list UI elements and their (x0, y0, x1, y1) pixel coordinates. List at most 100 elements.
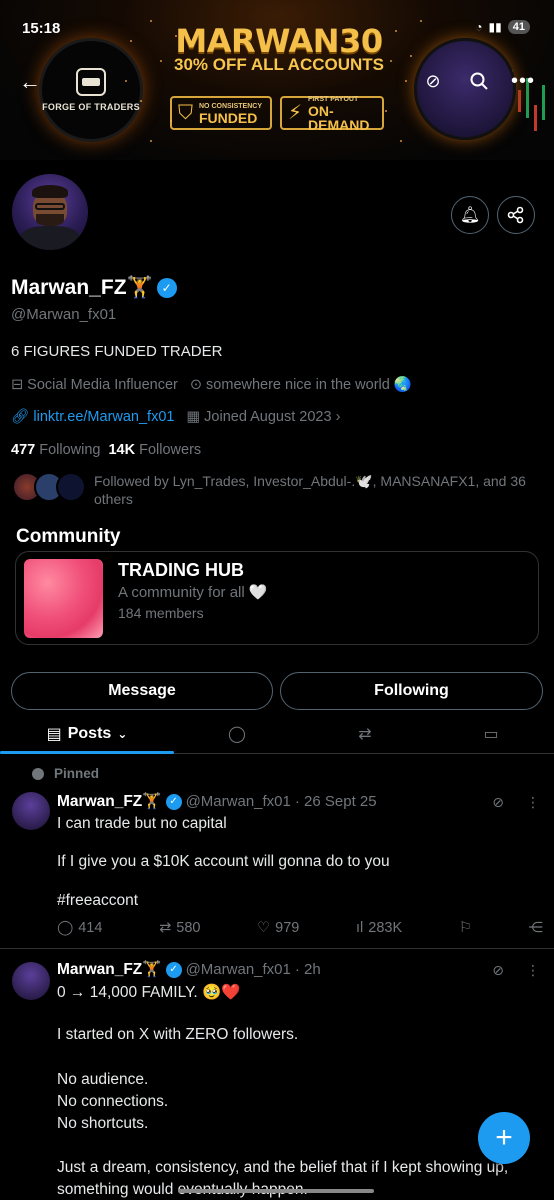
chevron-down-icon: ⌄ (117, 727, 128, 741)
spark-decoration (400, 140, 402, 142)
views-count: 283K (368, 920, 403, 936)
tab-posts[interactable]: ▤ Posts ⌄ (0, 714, 174, 754)
spark-decoration (125, 80, 127, 82)
like-button[interactable]: ♡ 979 (257, 920, 299, 936)
joined-text: Joined August 2023 (204, 408, 332, 425)
shield-check-icon: ⛉ (178, 102, 193, 124)
verified-icon: ✓ (165, 793, 182, 810)
reply-icon: ◯ (57, 920, 74, 936)
anvil-icon (76, 67, 106, 96)
following-number: 477 (11, 442, 36, 458)
compose-button[interactable]: + (478, 1112, 530, 1164)
followers-count[interactable]: 14K Followers (108, 442, 201, 458)
post-text-line: 0 → 14,000 FAMILY. 🥹❤️ (57, 984, 241, 1001)
calendar-icon: ▦ (186, 408, 201, 425)
like-icon: ♡ (257, 920, 271, 936)
bookmark-icon: ⚐ (458, 920, 472, 936)
chevron-right-icon: › (335, 408, 341, 425)
post-avatar[interactable] (12, 792, 50, 830)
followers-number: 14K (108, 442, 136, 458)
reply-icon: ◯ (228, 726, 246, 743)
tab-reposts[interactable]: ⇄ (336, 714, 394, 754)
views-icon: ıl (356, 920, 364, 936)
post-author[interactable]: Marwan_FZ🏋️ (57, 792, 162, 811)
post-text-line: I started on X with ZERO followers. (57, 1026, 299, 1043)
post-header-icons: ⊘ ⋮ (492, 794, 540, 811)
no-sync-icon[interactable]: ⊘ (492, 794, 504, 811)
forge-logo: FORGE OF TRADERS (39, 38, 143, 142)
community-image (24, 559, 103, 638)
followed-by-avatars[interactable] (12, 472, 92, 504)
briefcase-icon: ⊟ (11, 376, 24, 393)
more-icon[interactable]: ⋮ (526, 794, 540, 811)
community-card[interactable]: TRADING HUB A community for all 🤍 184 me… (15, 551, 539, 645)
reply-button[interactable]: ◯ 414 (57, 920, 102, 936)
following-label: Following (39, 442, 101, 458)
profile-bio: 6 FIGURES FUNDED TRADER (11, 343, 223, 360)
back-arrow-icon[interactable]: ← (14, 66, 46, 98)
post-avatar[interactable] (12, 962, 50, 1000)
post-author[interactable]: Marwan_FZ🏋️ (57, 960, 162, 979)
search-icon[interactable] (462, 64, 496, 98)
lightning-icon: ⚡ (288, 102, 303, 124)
share-button[interactable]: ⋲ (528, 920, 543, 936)
home-indicator[interactable] (178, 1189, 374, 1193)
post-handle: @Marwan_fx01 (185, 793, 291, 810)
repost-button[interactable]: ⇄ 580 (159, 920, 200, 936)
joined-date[interactable]: ▦ Joined August 2023 › (186, 408, 340, 425)
share-icon: ⋲ (528, 920, 543, 936)
post-actions: ◯ 414 ⇄ 580 ♡ 979 ıl 283K ⚐ ⋲ (57, 920, 543, 936)
post[interactable]: Marwan_FZ🏋️ ✓ @Marwan_fx01 · 2h ⊘ ⋮ 0 → … (0, 950, 554, 1200)
post-header: Marwan_FZ🏋️ ✓ @Marwan_fx01 · 2h (57, 960, 321, 979)
reply-count: 414 (78, 920, 103, 936)
spark-decoration (150, 140, 152, 142)
wifi-icon: ◔ (475, 20, 483, 34)
bookmark-button[interactable]: ⚐ (459, 920, 472, 936)
plus-icon: + (495, 1121, 513, 1154)
verified-icon[interactable]: ✓ (156, 278, 177, 298)
share-icon[interactable] (497, 196, 535, 234)
views-button[interactable]: ıl 283K (356, 920, 402, 936)
followed-by-text[interactable]: Followed by Lyn_Trades, Investor_Abdul-.… (94, 472, 534, 508)
profile-location: somewhere nice in the world 🌏 (206, 377, 412, 393)
tab-posts-label: Posts (67, 725, 112, 742)
message-button[interactable]: Message (11, 672, 273, 710)
following-button[interactable]: Following (280, 672, 543, 710)
spark-decoration (140, 100, 142, 102)
post[interactable]: Marwan_FZ🏋️ ✓ @Marwan_fx01 · 26 Sept 25 … (0, 784, 554, 949)
profile-link-text[interactable]: linktr.ee/Marwan_fx01 (33, 409, 174, 425)
repost-count: 580 (176, 920, 201, 936)
more-icon[interactable]: ••• (506, 64, 540, 98)
profile-tabs: ▤ Posts ⌄ ◯ ⇄ ▭ (0, 714, 554, 754)
like-count: 979 (275, 920, 300, 936)
no-sync-icon[interactable]: ⊘ (416, 64, 450, 98)
active-tab-indicator (0, 751, 174, 754)
tab-highlights[interactable]: ▭ (462, 714, 520, 754)
battery-indicator: 41 (507, 20, 530, 34)
funded-badge: ⛉ NO CONSISTENCY FUNDED (170, 96, 272, 130)
status-icons: ◔ ▮▮ 41 (475, 20, 530, 34)
spark-decoration (405, 80, 407, 82)
profile-link[interactable]: 🔗︎ linktr.ee/Marwan_fx01 (11, 408, 174, 426)
highlights-icon: ▭ (483, 726, 499, 743)
more-icon[interactable]: ⋮ (526, 962, 540, 979)
post-time: · 26 Sept 25 (294, 793, 377, 810)
pinned-label: Pinned (32, 766, 99, 781)
forge-logo-text: FORGE OF TRADERS (42, 101, 140, 112)
profile-category: Social Media Influencer (27, 376, 178, 393)
post-text-line: No connections. (57, 1093, 169, 1110)
community-members: 184 members (118, 605, 204, 621)
no-sync-icon[interactable]: ⊘ (492, 962, 504, 979)
tab-replies[interactable]: ◯ (208, 714, 266, 754)
follow-counts: 477 Following 14K Followers (11, 442, 201, 458)
display-name: Marwan_FZ🏋️ ✓ (11, 276, 177, 300)
badge1-big-text: FUNDED (199, 109, 258, 126)
add-notification-icon[interactable]: 🔔︎ (451, 196, 489, 234)
badge2-big-text: ON-DEMAND (308, 102, 370, 133)
following-count[interactable]: 477 Following (11, 442, 100, 458)
community-section-title: Community (16, 526, 121, 547)
spark-decoration (390, 60, 392, 62)
avatar[interactable] (8, 170, 92, 254)
payout-badge: ⚡ FIRST PAYOUT ON-DEMAND (280, 96, 384, 133)
post-hashtag[interactable]: #freeaccont (57, 890, 537, 912)
